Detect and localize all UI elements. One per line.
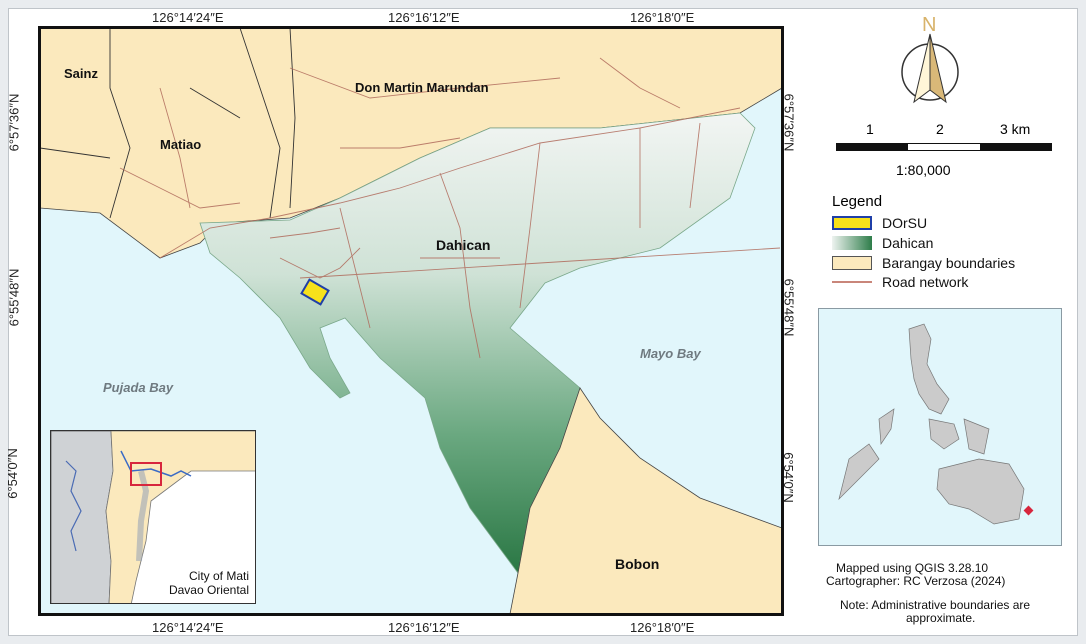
coord-top-1: 126°14′24″E bbox=[152, 10, 224, 25]
inset-label-2: Davao Oriental bbox=[168, 583, 249, 597]
label-sainz: Sainz bbox=[64, 66, 98, 81]
legend-swatch-roads bbox=[832, 281, 872, 283]
coord-left-1: 6°57′36″N bbox=[6, 93, 22, 152]
legend-item-barangay: Barangay boundaries bbox=[832, 254, 1015, 272]
coord-bottom-1: 126°14′24″E bbox=[152, 620, 224, 635]
inset-label-1: City of Mati bbox=[188, 569, 249, 583]
coord-right-1: 6°57′36″N bbox=[781, 93, 797, 152]
coord-right-2: 6°55′48″N bbox=[781, 278, 797, 337]
legend-swatch-dahican bbox=[832, 236, 872, 250]
scale-tick-3: 3 km bbox=[1000, 121, 1031, 137]
legend-item-roads: Road network bbox=[832, 273, 968, 291]
locator-map bbox=[818, 308, 1062, 546]
note-boundaries-1: Note: Administrative boundaries are bbox=[840, 598, 1031, 612]
label-matiao: Matiao bbox=[160, 137, 202, 152]
credit-cartographer: Cartographer: RC Verzosa (2024) bbox=[826, 574, 1006, 588]
legend-label-dahican: Dahican bbox=[882, 235, 934, 251]
label-pujada-bay: Pujada Bay bbox=[103, 380, 174, 395]
legend-label-dorsu: DOrSU bbox=[882, 215, 928, 231]
scale-bar bbox=[836, 143, 1052, 151]
scale-tick-2: 2 bbox=[936, 121, 944, 137]
credit-software: Mapped using QGIS 3.28.10 bbox=[836, 561, 989, 575]
legend-item-dahican: Dahican bbox=[832, 234, 933, 252]
scale-ratio: 1:80,000 bbox=[896, 162, 951, 178]
coord-right-3: 6°54′0″N bbox=[780, 452, 796, 503]
legend-title: Legend bbox=[832, 193, 883, 210]
label-bobon: Bobon bbox=[615, 556, 660, 572]
coord-top-2: 126°16′12″E bbox=[388, 10, 460, 25]
label-dahican: Dahican bbox=[436, 237, 491, 253]
note-boundaries-2: approximate. bbox=[906, 611, 976, 625]
coord-left-2: 6°55′48″N bbox=[6, 268, 22, 327]
legend-label-barangay: Barangay boundaries bbox=[882, 255, 1016, 271]
philippines-map bbox=[838, 323, 1034, 525]
inset-map: City of Mati Davao Oriental bbox=[50, 430, 256, 604]
scale-tick-1: 1 bbox=[866, 121, 874, 137]
label-mayo-bay: Mayo Bay bbox=[640, 346, 701, 361]
locator-marker-mati bbox=[1023, 505, 1034, 516]
legend-swatch-barangay bbox=[832, 256, 872, 270]
label-don-martin: Don Martin Marundan bbox=[355, 80, 489, 95]
north-label: N bbox=[922, 14, 937, 36]
legend-label-roads: Road network bbox=[882, 274, 969, 290]
legend-swatch-dorsu bbox=[832, 216, 872, 230]
legend-item-dorsu: DOrSU bbox=[832, 214, 927, 232]
coord-left-3: 6°54′0″N bbox=[4, 448, 20, 499]
coord-bottom-3: 126°18′0″E bbox=[630, 620, 695, 635]
coord-bottom-2: 126°16′12″E bbox=[388, 620, 460, 635]
coord-top-3: 126°18′0″E bbox=[630, 10, 695, 25]
